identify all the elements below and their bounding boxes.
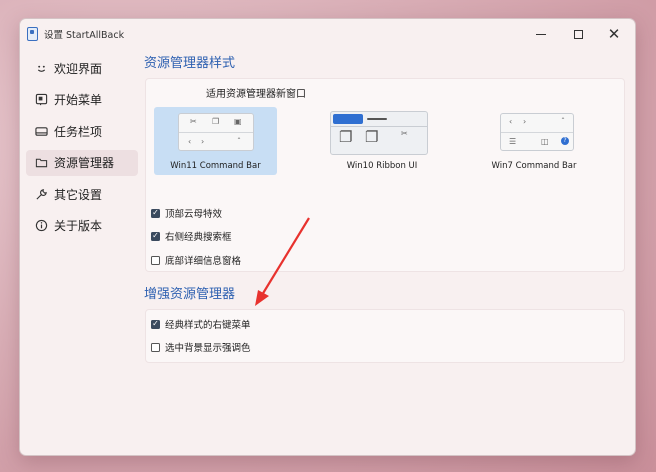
sidebar-item-label: 关于版本 [54,219,103,233]
preview-divider [501,132,573,133]
cut-icon: ✂ [190,117,197,126]
checkbox-checked[interactable]: ✓ [151,319,160,329]
close-button[interactable]: ✕ [603,24,625,44]
style-option-win11-command-bar[interactable]: ✂ ❐ ▣ ‹ › ˆ Win11 Command Bar [154,107,277,175]
style-option-win7-command-bar[interactable]: ‹ › ˆ ☰ ◫ ? Win7 Command Bar [474,107,594,175]
ribbon-divider [331,126,427,127]
help-icon: ? [561,137,569,145]
paste-large-icon: ❐ [365,128,379,146]
accent-selection-checkbox[interactable]: 选中背景显示强调色 [151,340,251,354]
minimize-button[interactable] [530,24,552,44]
checkbox-label: 底部详细信息窗格 [165,256,242,267]
checkbox-label: 经典样式的右键菜单 [165,320,251,331]
checkbox-unchecked[interactable] [151,255,160,265]
forward-arrow-icon: › [523,117,527,126]
up-arrow-icon: ˆ [237,137,241,146]
window-title: 设置 StartAllBack [44,30,125,41]
settings-window: 设置 StartAllBack ✕ 欢迎界面 开始菜单 任务栏项 资源管理器 其… [19,18,636,456]
taskbar-icon [34,124,48,138]
sidebar-item-label: 其它设置 [54,187,103,202]
explorer-enhance-heading: 增强资源管理器 [144,287,236,302]
mica-effect-checkbox[interactable]: ✓ 顶部云母特效 [151,206,222,220]
maximize-icon [573,29,583,39]
paste-icon: ▣ [234,117,242,126]
start-menu-icon [34,93,48,107]
ribbon-tab [367,118,387,120]
details-pane-checkbox[interactable]: 底部详细信息窗格 [151,253,241,267]
info-icon [34,219,48,233]
forward-arrow-icon: › [201,137,205,146]
minimize-icon [536,33,546,35]
sidebar-item-label: 开始菜单 [54,93,103,107]
title-bar: 设置 StartAllBack ✕ [20,19,635,49]
checkbox-checked[interactable]: ✓ [151,231,160,241]
app-icon [27,27,38,41]
sidebar-item-other-settings[interactable]: 其它设置 [26,181,138,207]
checkbox-label: 右侧经典搜索框 [165,232,232,243]
cut-icon: ✂ [401,129,408,138]
up-arrow-icon: ˆ [561,117,565,126]
sidebar: 欢迎界面 开始菜单 任务栏项 资源管理器 其它设置 关于版本 [26,55,138,244]
win11-preview: ✂ ❐ ▣ ‹ › ˆ [178,113,254,151]
sidebar-item-explorer[interactable]: 资源管理器 [26,149,138,176]
win7-preview: ‹ › ˆ ☰ ◫ ? [500,113,574,151]
wrench-icon [34,187,48,201]
sidebar-item-welcome[interactable]: 欢迎界面 [26,55,138,81]
maximize-button[interactable] [567,24,589,44]
sidebar-item-start-menu[interactable]: 开始菜单 [26,87,138,113]
view-menu-icon: ☰ [509,137,517,146]
style-option-win10-ribbon[interactable]: ❐ ❐ ✂ Win10 Ribbon UI [322,107,442,175]
back-arrow-icon: ‹ [188,137,192,146]
sidebar-item-taskbar[interactable]: 任务栏项 [26,118,138,144]
new-window-option-header: 适用资源管理器新窗口 [206,89,306,100]
style-label: Win10 Ribbon UI [346,161,418,171]
checkbox-label: 顶部云母特效 [165,209,223,220]
sidebar-item-about[interactable]: 关于版本 [26,213,138,239]
classic-context-menu-checkbox[interactable]: ✓ 经典样式的右键菜单 [151,317,251,331]
sidebar-item-label: 任务栏项 [54,124,103,139]
folder-icon [34,156,48,170]
smile-icon [34,61,48,75]
back-arrow-icon: ‹ [509,117,513,126]
preview-divider [179,132,253,133]
checkbox-label: 选中背景显示强调色 [165,343,251,354]
checkbox-unchecked[interactable] [151,342,160,352]
copy-icon: ❐ [212,117,220,126]
explorer-style-heading: 资源管理器样式 [144,56,236,71]
sidebar-item-label: 资源管理器 [54,156,115,170]
ribbon-tab-active [333,114,363,124]
sidebar-item-label: 欢迎界面 [54,61,103,76]
copy-large-icon: ❐ [339,128,353,146]
pane-icon: ◫ [541,137,549,146]
win10-preview: ❐ ❐ ✂ [330,111,428,155]
checkbox-checked[interactable]: ✓ [151,208,160,218]
style-label: Win7 Command Bar [491,161,577,171]
style-label: Win11 Command Bar [170,161,261,171]
classic-search-checkbox[interactable]: ✓ 右侧经典搜索框 [151,229,232,243]
